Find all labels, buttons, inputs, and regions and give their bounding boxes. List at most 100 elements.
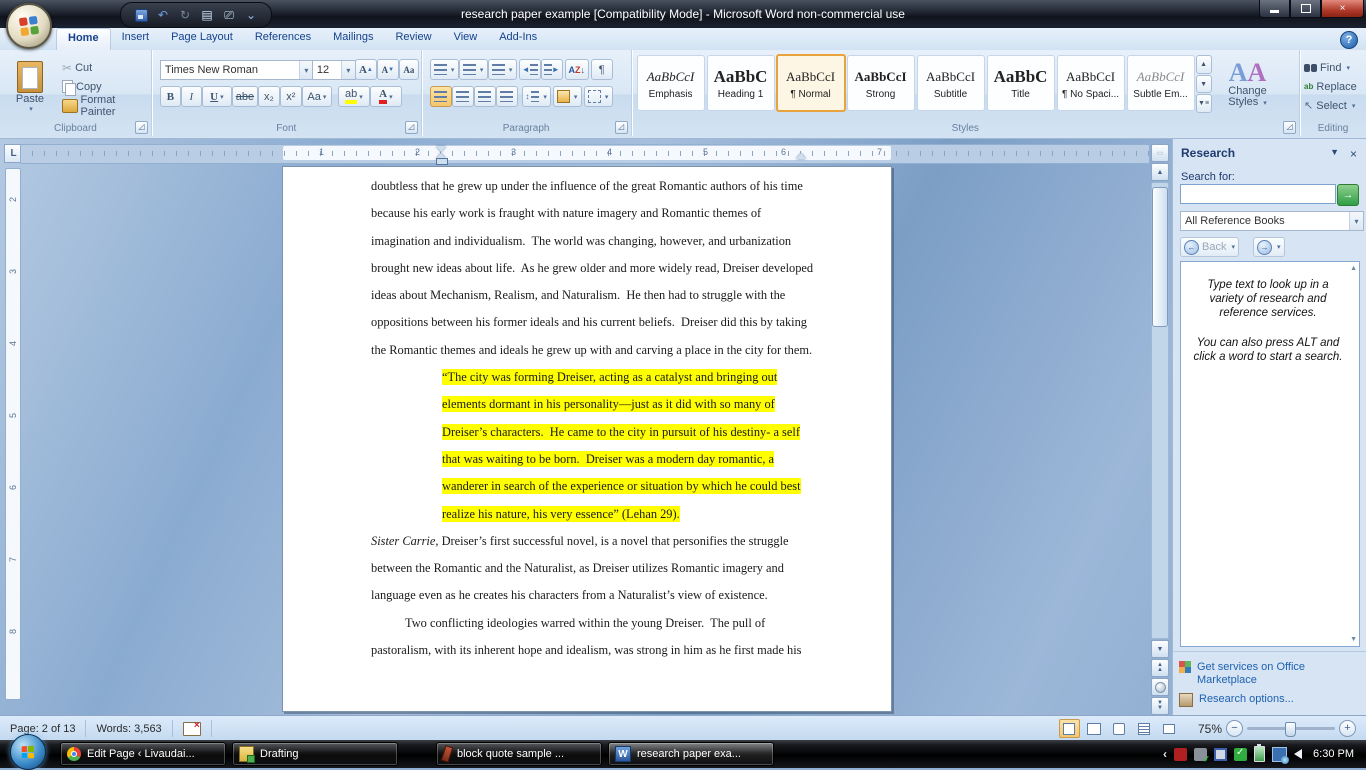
- tab-add-ins[interactable]: Add-Ins: [488, 28, 548, 50]
- styles-gallery-more-icon[interactable]: ▼≡: [1195, 94, 1212, 114]
- styles-scroll-down-icon[interactable]: ▼: [1195, 74, 1212, 94]
- decrease-indent-button[interactable]: ◄: [518, 59, 541, 80]
- justify-button[interactable]: [495, 86, 518, 107]
- right-indent-marker[interactable]: [796, 153, 806, 159]
- results-scroll-up-icon[interactable]: ▲: [1350, 265, 1357, 272]
- full-screen-reading-view-button[interactable]: [1084, 719, 1105, 738]
- font-size-dropdown-icon[interactable]: ▾: [340, 61, 355, 79]
- scroll-track[interactable]: [1151, 182, 1169, 639]
- show-hide-pilcrow-button[interactable]: ¶: [590, 59, 613, 80]
- word-count[interactable]: Words: 3,563: [86, 720, 173, 737]
- tab-page-layout[interactable]: Page Layout: [160, 28, 244, 50]
- scroll-up-icon[interactable]: ▲: [1151, 163, 1169, 181]
- first-line-indent-marker[interactable]: [436, 146, 446, 152]
- taskbar-button-drafting[interactable]: Drafting: [232, 742, 398, 766]
- battery-icon[interactable]: [1254, 744, 1266, 762]
- tab-view[interactable]: View: [443, 28, 489, 50]
- grow-font-button[interactable]: A ▲: [354, 59, 377, 80]
- minimize-button[interactable]: [1259, 0, 1290, 18]
- style-no-spacing[interactable]: AaBbCcI ¶ No Spaci...: [1056, 55, 1125, 111]
- highlight-button[interactable]: ab ▾: [337, 86, 370, 107]
- cut-button[interactable]: ✂ Cut: [58, 58, 92, 77]
- increase-indent-button[interactable]: ►: [540, 59, 563, 80]
- multilevel-list-button[interactable]: ▾: [487, 59, 517, 80]
- clipboard-dialog-launcher[interactable]: ◿: [134, 121, 148, 134]
- adobe-tray-icon[interactable]: [1174, 747, 1188, 761]
- proofing-status-button[interactable]: [173, 720, 212, 737]
- replace-button[interactable]: ab Replace: [1300, 77, 1366, 96]
- tab-references[interactable]: References: [244, 28, 322, 50]
- zoom-level[interactable]: 75%: [1198, 722, 1222, 736]
- style-subtle-emphasis[interactable]: AaBbCcI Subtle Em...: [1126, 55, 1195, 111]
- font-family-dropdown-icon[interactable]: ▾: [298, 61, 313, 79]
- paste-dropdown-icon[interactable]: ▾: [29, 105, 33, 113]
- font-dialog-launcher[interactable]: ◿: [404, 121, 418, 134]
- format-painter-button[interactable]: Format Painter: [58, 94, 151, 118]
- font-family-combo[interactable]: Times New Roman ▾: [159, 60, 314, 80]
- left-indent-marker[interactable]: [436, 158, 448, 165]
- align-right-button[interactable]: [473, 86, 496, 107]
- font-size-combo[interactable]: 12 ▾: [311, 60, 356, 80]
- change-styles-button[interactable]: AA Change Styles ▾: [1216, 53, 1280, 115]
- select-browse-object-button[interactable]: [1151, 678, 1169, 696]
- security-check-icon[interactable]: [1234, 747, 1248, 761]
- taskbar-button-browser[interactable]: Edit Page ‹ Livaudai...: [60, 742, 226, 766]
- find-button[interactable]: Find ▾: [1300, 58, 1366, 77]
- next-page-button[interactable]: ▼ ▼: [1151, 697, 1169, 715]
- back-button[interactable]: ← Back ▾: [1180, 237, 1239, 257]
- sort-button[interactable]: AZ↓: [564, 59, 589, 80]
- styles-dialog-launcher[interactable]: ◿: [1283, 121, 1297, 134]
- web-layout-view-button[interactable]: [1109, 719, 1130, 738]
- styles-scroll-up-icon[interactable]: ▲: [1195, 55, 1212, 74]
- tab-review[interactable]: Review: [384, 28, 442, 50]
- bullets-button[interactable]: ▾: [429, 59, 459, 80]
- shading-button[interactable]: ▾: [552, 86, 582, 107]
- search-input[interactable]: [1180, 184, 1336, 204]
- change-case-button[interactable]: Aa ▾: [301, 86, 332, 107]
- tray-overflow-icon[interactable]: ‹: [1163, 747, 1167, 761]
- scroll-down-icon[interactable]: ▼: [1151, 640, 1169, 658]
- scroll-thumb[interactable]: [1152, 187, 1168, 327]
- superscript-button[interactable]: x²: [279, 86, 302, 107]
- paragraph-dialog-launcher[interactable]: ◿: [614, 121, 628, 134]
- ruler-toggle-button[interactable]: ▭: [1151, 144, 1169, 162]
- taskbar-button-block-quote[interactable]: block quote sample ...: [436, 742, 602, 766]
- horizontal-ruler[interactable]: 1 2 3 4 5 6 7: [20, 144, 1150, 165]
- style-normal[interactable]: AaBbCcI ¶ Normal: [775, 54, 846, 112]
- font-color-button[interactable]: A ▾: [369, 86, 402, 107]
- paste-button[interactable]: Paste ▾: [8, 58, 52, 114]
- taskbar-button-research-paper[interactable]: W research paper exa...: [608, 742, 774, 766]
- pane-options-dropdown-icon[interactable]: ▼: [1330, 147, 1339, 157]
- zoom-out-button[interactable]: −: [1226, 720, 1243, 737]
- start-search-button[interactable]: →: [1337, 184, 1359, 206]
- shrink-font-button[interactable]: A ▼: [376, 59, 399, 80]
- office-button[interactable]: [6, 3, 52, 49]
- zoom-in-button[interactable]: +: [1339, 720, 1356, 737]
- style-strong[interactable]: AaBbCcI Strong: [846, 55, 915, 111]
- strikethrough-button[interactable]: abe: [231, 86, 258, 107]
- source-dropdown-icon[interactable]: ▾: [1349, 212, 1363, 230]
- volume-icon[interactable]: [1294, 749, 1303, 759]
- office-marketplace-link[interactable]: Get services on Office Marketplace: [1173, 658, 1366, 690]
- results-scroll-down-icon[interactable]: ▼: [1350, 636, 1357, 643]
- italic-button[interactable]: I: [180, 86, 202, 107]
- style-subtitle[interactable]: AaBbCcI Subtitle: [916, 55, 985, 111]
- print-layout-view-button[interactable]: [1058, 719, 1080, 738]
- research-options-link[interactable]: Research options...: [1173, 690, 1366, 710]
- close-button[interactable]: ×: [1321, 0, 1364, 18]
- tab-insert[interactable]: Insert: [111, 28, 161, 50]
- forward-button[interactable]: → ▾: [1252, 237, 1285, 257]
- pane-close-icon[interactable]: ×: [1350, 147, 1357, 161]
- subscript-button[interactable]: x₂: [257, 86, 280, 107]
- reference-source-select[interactable]: All Reference Books ▾: [1180, 211, 1364, 231]
- help-icon[interactable]: ?: [1340, 31, 1358, 49]
- clear-formatting-button[interactable]: Aa: [398, 59, 419, 80]
- start-button[interactable]: [10, 734, 46, 770]
- numbering-button[interactable]: ▾: [458, 59, 488, 80]
- align-left-button[interactable]: [429, 86, 452, 107]
- zoom-slider-thumb[interactable]: [1285, 722, 1296, 737]
- borders-button[interactable]: ▾: [583, 86, 613, 107]
- restore-button[interactable]: [1290, 0, 1321, 18]
- style-heading1[interactable]: AaBbC Heading 1: [706, 55, 775, 111]
- style-title[interactable]: AaBbC Title: [986, 55, 1055, 111]
